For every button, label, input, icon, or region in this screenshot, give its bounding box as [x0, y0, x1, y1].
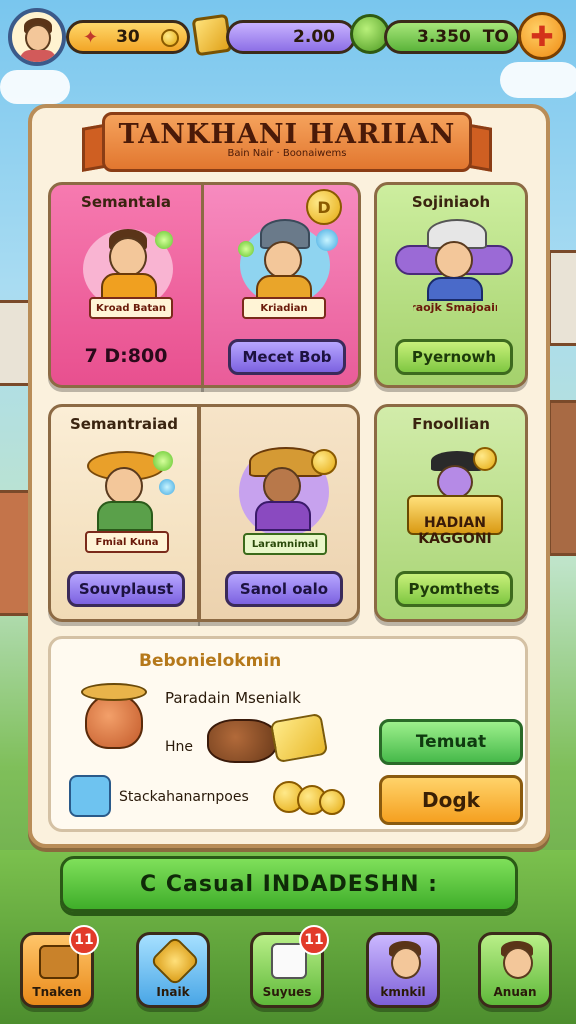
nav-label: Anuan	[493, 985, 537, 999]
hero-name-banner: HADIAN KAGGONI	[418, 515, 492, 547]
nav-label: kmnkil	[380, 985, 426, 999]
back-button[interactable]: Dogk	[379, 775, 523, 825]
green-orb-icon	[155, 231, 173, 249]
reward-section: Bebonielokmin Paradain Msenialk Hne Stac…	[48, 636, 528, 832]
title-banner: TANKHANI HARIIAN Bain Nair · Boonaiwems	[102, 112, 472, 172]
reward-line-1: Paradain Msenialk	[165, 689, 301, 707]
nav-item-hero[interactable]: kmnkil	[366, 932, 440, 1008]
mode-banner-text: C Casual INDADESHN :	[140, 871, 438, 897]
reward-title: Bebonielokmin	[139, 651, 282, 671]
blue-orb-icon	[316, 229, 338, 251]
gem-suffix: TO	[482, 27, 509, 47]
hero-name-banner: Fmial Kuna	[85, 531, 169, 553]
quest-reward-coin	[311, 449, 337, 475]
quest-card-5[interactable]: Laramnimal Sanol oalo	[198, 404, 360, 622]
quest-card-4[interactable]: Semantraiad Fmial Kuna Souvplaust	[48, 404, 200, 622]
house-right	[548, 250, 576, 346]
hero-name-banner: Laramnimal	[243, 533, 327, 555]
hero-name-banner: Kroad Batan	[89, 297, 173, 319]
card-action-button[interactable]: Pyomthets	[395, 571, 513, 607]
card-action-button[interactable]: Sanol oalo	[225, 571, 343, 607]
shop-plus-icon[interactable]: ✚	[518, 12, 566, 60]
reward-line-3: Stackahanarnpoes	[119, 789, 249, 805]
notification-badge: 11	[69, 925, 99, 955]
hero-portrait-icon	[391, 947, 421, 979]
reward-line-2: Hne	[165, 739, 194, 755]
notification-badge: 11	[299, 925, 329, 955]
cloud	[500, 62, 576, 98]
shield-badge-icon	[149, 935, 201, 987]
medal-counter[interactable]: ✦ 30	[66, 20, 190, 54]
card-action-button[interactable]: Mecet Bob	[228, 339, 346, 375]
nav-item-friend[interactable]: Anuan	[478, 932, 552, 1008]
coin-pile-icon	[319, 789, 345, 815]
medal-value: 30	[116, 27, 140, 47]
green-orb-icon	[153, 451, 173, 471]
friend-portrait-icon	[503, 947, 533, 979]
player-avatar[interactable]	[8, 8, 66, 66]
claim-button[interactable]: Temuat	[379, 719, 523, 765]
green-orb-icon	[238, 241, 254, 257]
gem-value: 3.350	[417, 27, 471, 47]
card-title: Fnoollian	[412, 415, 490, 433]
house-right-lower	[548, 400, 576, 556]
nav-label: Suyues	[262, 985, 312, 999]
card-title: Semantraiad	[69, 415, 179, 433]
coin-icon	[161, 29, 179, 47]
medal-icon: ✦	[83, 26, 99, 48]
gold-counter[interactable]: 2.00	[226, 20, 356, 54]
quest-card-6[interactable]: Fnoollian HADIAN KAGGONI Pyomthets	[374, 404, 528, 622]
nav-label: Tnaken	[32, 985, 82, 999]
nav-item-shield[interactable]: Inaik	[136, 932, 210, 1008]
cheese-block-icon	[269, 712, 329, 764]
card-value: 7 D:800	[84, 345, 168, 367]
jar-icon	[69, 775, 111, 817]
card-action-button[interactable]: Pyernowh	[395, 339, 513, 375]
cloud	[0, 70, 70, 104]
quest-card-3[interactable]: Sojiniaoh Fraojk Smajoaini Pyernowh	[374, 182, 528, 388]
pot-lid-icon	[81, 683, 147, 701]
quest-reward-coin: D	[306, 189, 342, 225]
nav-item-treasure[interactable]: Tnaken 11	[20, 925, 99, 1008]
pot-character-icon	[85, 693, 143, 749]
quest-reward-coin	[473, 447, 497, 471]
blue-orb-icon	[159, 479, 175, 495]
card-action-button[interactable]: Souvplaust	[67, 571, 185, 607]
mode-banner[interactable]: C Casual INDADESHN :	[60, 856, 518, 912]
hero-name-banner: Kriadian	[242, 297, 326, 319]
gem-counter[interactable]: 3.350 TO	[384, 20, 520, 54]
gold-value: 2.00	[293, 27, 335, 47]
panel-title: TANKHANI HARIIAN	[118, 119, 456, 150]
hero-name-banner: Fraojk Smajoaini	[413, 300, 497, 314]
quest-card-1[interactable]: Semantala Kroad Batan 7 D:800	[48, 182, 204, 388]
nav-item-dice[interactable]: Suyues 11	[250, 925, 329, 1008]
nav-label: Inaik	[156, 985, 190, 999]
quest-card-2[interactable]: D Kriadian Mecet Bob	[201, 182, 361, 388]
card-title: Sojiniaoh	[411, 193, 491, 211]
bread-cart-icon	[207, 719, 277, 763]
card-title: Semantala	[81, 193, 171, 211]
